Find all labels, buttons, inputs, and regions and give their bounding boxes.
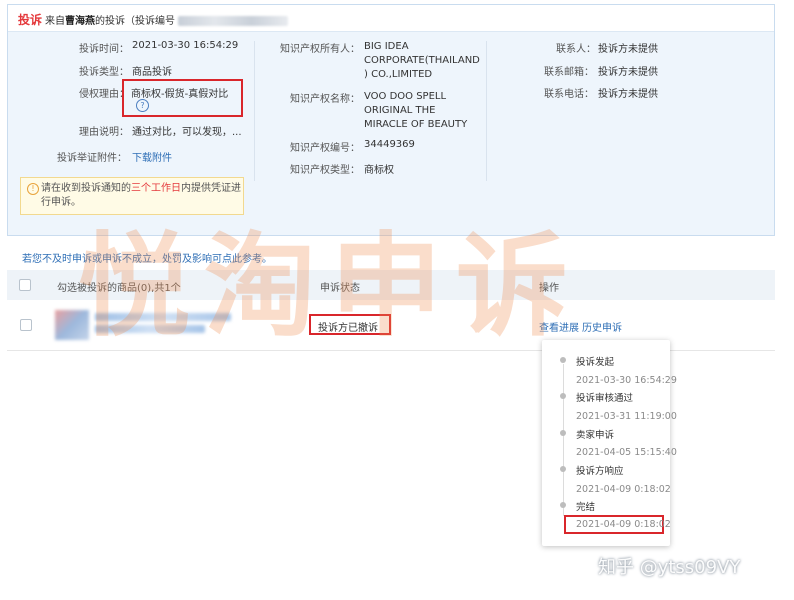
ip-name-value: VOO DOO SPELL ORIGINAL THE MIRACLE OF BE… (364, 90, 467, 132)
ip-type-label: 知识产权类型： (290, 165, 360, 176)
warning-circle-icon: ! (27, 183, 39, 195)
complainant-name: 曹海燕 (65, 16, 96, 27)
timeline-dot (560, 466, 566, 472)
ip-name-line-2: ORIGINAL THE (364, 105, 436, 116)
complaint-id-redacted (178, 16, 289, 26)
ip-name-line-1: VOO DOO SPELL (364, 91, 447, 102)
contact-phone-value: 投诉方未提供 (598, 89, 658, 100)
notice-text-before: 请在收到投诉通知的 (41, 183, 131, 194)
ip-name-line-3: MIRACLE OF BEAUTY (364, 119, 468, 130)
contact-person-label: 联系人： (556, 44, 596, 55)
header-prefix: 来自 (45, 16, 66, 27)
header-suffix: 的投诉（投诉编号 (95, 16, 176, 27)
column-divider-1 (254, 41, 255, 181)
ip-name-label: 知识产权名称： (290, 94, 360, 105)
complaint-header: 投诉 来自曹海燕的投诉（投诉编号 (8, 5, 774, 32)
reason-desc-value: 通过对比，可以发现，... (132, 127, 242, 138)
column-divider-2 (486, 41, 487, 181)
timeline-step-title: 卖家申诉 (576, 430, 615, 441)
timeline-dot (560, 502, 566, 508)
download-attachment-link[interactable]: 下载附件 (132, 149, 172, 164)
contact-email-value: 投诉方未提供 (598, 67, 658, 78)
timeline-step-time: 2021-03-30 16:54:29 (576, 375, 677, 386)
timeline-step-time: 2021-04-09 0:18:02 (576, 519, 671, 530)
corner-watermark: 知乎 @ytss09VY (598, 557, 741, 578)
timeline-step-title: 投诉审核通过 (576, 393, 634, 404)
complaint-type-label: 投诉类型： (79, 67, 129, 78)
reason-desc-label: 理由说明： (79, 127, 129, 138)
timeline-step-time: 2021-03-31 11:19:00 (576, 411, 677, 422)
timeline-step-time: 2021-04-05 15:15:40 (576, 447, 677, 458)
timeline-dot (560, 393, 566, 399)
contact-email-label: 联系邮箱： (544, 67, 594, 78)
timeline-step-title: 投诉方响应 (576, 466, 624, 477)
question-circle-icon[interactable]: ? (136, 99, 149, 112)
timeline-step-title: 完结 (576, 502, 596, 513)
history-appeal-link[interactable]: 历史申诉 (582, 319, 622, 334)
ip-number-label: 知识产权编号： (290, 143, 360, 154)
timeline-dot (560, 430, 566, 436)
contact-phone-label: 联系电话： (544, 89, 594, 100)
notice-highlight: 三个工作日 (131, 183, 181, 194)
watermark-text: 悦淘申诉 (78, 222, 582, 352)
complaint-time-value: 2021-03-30 16:54:29 (132, 40, 239, 51)
timeline-step-time: 2021-04-09 0:18:02 (576, 484, 671, 495)
evidence-attachment-label: 投诉举证附件： (57, 153, 127, 164)
ip-owner-label: 知识产权所有人： (280, 44, 360, 55)
row-checkbox[interactable] (20, 319, 32, 331)
complaint-type-value: 商品投诉 (132, 67, 172, 78)
ip-number-value: 34449369 (364, 139, 415, 150)
complaint-time-label: 投诉时间： (79, 44, 129, 55)
ip-owner-line-2: CORPORATE(THAILAND (364, 55, 480, 66)
ip-owner-value: BIG IDEA CORPORATE(THAILAND ) CO.,LIMITE… (364, 40, 480, 82)
complaint-title: 投诉 (18, 13, 43, 27)
select-all-checkbox[interactable] (19, 279, 31, 291)
progress-timeline-popup: 投诉发起 2021-03-30 16:54:29 投诉审核通过 2021-03-… (542, 340, 677, 546)
ip-owner-line-1: BIG IDEA (364, 41, 409, 52)
complaint-header-text: 投诉 来自曹海燕的投诉（投诉编号 (18, 11, 289, 28)
ip-type-value: 商标权 (364, 165, 394, 176)
contact-person-value: 投诉方未提供 (598, 44, 658, 55)
ip-owner-line-3: ) CO.,LIMITED (364, 69, 433, 80)
infringement-reason-value: 商标权-假货-真假对比 (131, 89, 229, 100)
timeline-line (563, 364, 564, 516)
